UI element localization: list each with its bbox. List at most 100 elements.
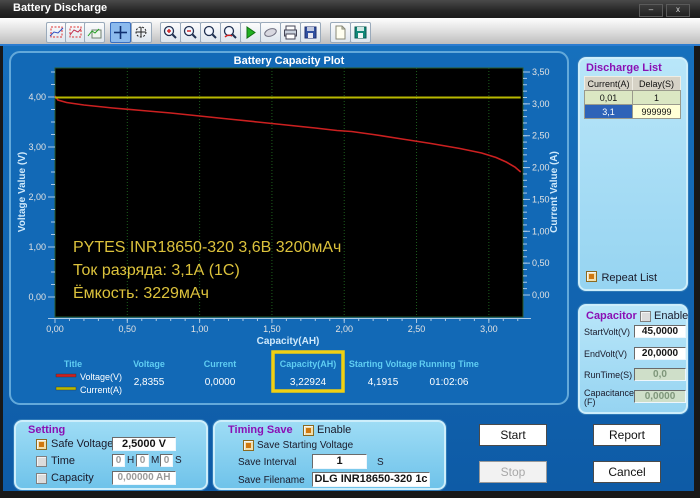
start-button[interactable]: Start [479,424,547,446]
capacitor-title: Capacitor [586,310,637,322]
zoom-in-button[interactable] [160,22,181,43]
startvolt-field[interactable]: 45,0000 [634,325,686,338]
time-minutes-field[interactable]: 0 [136,454,149,467]
cell-current-1-selected[interactable]: 3,1 [584,104,633,119]
endvolt-label: EndVolt(V) [584,349,628,359]
save-interval-label: Save Interval [238,457,297,468]
window-title: Battery Discharge [13,2,108,14]
discharge-list-title: Discharge List [586,62,662,74]
svg-text:4,00: 4,00 [28,92,46,102]
select-zoom-y-button[interactable] [65,22,86,43]
svg-text:0,50: 0,50 [532,258,550,268]
status-value: 2,8355 [134,377,165,388]
annotation-line: Ток разряда: 3,1А (1С) [73,262,240,279]
select-zoom-x-button[interactable] [46,22,67,43]
status-header: Voltage [133,359,165,369]
safe-voltage-checkbox[interactable] [36,439,47,450]
capacity-label: Capacity [51,472,94,484]
svg-text:1,50: 1,50 [263,324,281,334]
zoom-window-icon [135,26,147,38]
table-row[interactable]: 3,1 999999 [584,104,681,119]
cell-delay-1[interactable]: 999999 [632,104,681,119]
titlebar: Battery Discharge – x [0,0,700,18]
svg-text:1,00: 1,00 [191,324,209,334]
timing-enable-checkbox[interactable] [303,425,314,436]
stop-button: Stop [479,461,547,483]
repeat-list-checkbox[interactable] [586,271,597,283]
save-filename-field[interactable]: DLG INR18650-320 1c [312,472,430,487]
zoom-actual-button[interactable] [200,22,221,43]
cancel-button[interactable]: Cancel [593,461,661,483]
print-icon [284,25,297,40]
status-value: 4,1915 [368,377,399,388]
status-value: 01:02:06 [430,377,469,388]
time-seconds-field[interactable]: 0 [160,454,173,467]
svg-text:2,50: 2,50 [532,131,550,141]
zoom-previous-button[interactable] [220,22,241,43]
erase-button[interactable] [260,22,281,43]
zoom-window-button[interactable] [131,22,152,43]
crosshair-icon [114,26,127,39]
zoom-out-button[interactable] [180,22,201,43]
zoom-previous-icon [223,25,237,39]
report-save-button[interactable] [350,22,371,43]
svg-text:2,50: 2,50 [408,324,426,334]
repeat-list-label: Repeat List [601,272,658,284]
print-button[interactable] [280,22,301,43]
x-axis-label: Capacity(AH) [257,336,320,347]
save-button[interactable] [300,22,321,43]
save-filename-label: Save Filename [238,475,305,486]
save-starting-voltage-checkbox[interactable] [243,440,254,451]
zoom-in-icon [163,25,177,39]
time-checkbox[interactable] [36,456,47,467]
status-header: Starting Voltage [349,359,417,369]
time-hours-field[interactable]: 0 [112,454,125,467]
save-icon [304,26,317,39]
svg-text:1,00: 1,00 [28,242,46,252]
time-label: Time [51,455,76,467]
runtime-field: 0,0 [634,368,686,381]
svg-text:3,00: 3,00 [480,324,498,334]
report-save-icon [354,26,367,39]
endvolt-field[interactable]: 20,0000 [634,347,686,360]
capacity-checkbox[interactable] [36,473,47,484]
select-zoom-x-icon [49,26,64,38]
left-axis-label: Voltage Value (V) [17,152,28,232]
select-pan-button[interactable] [84,22,105,43]
capacitor-enable-label: Enable [654,310,689,322]
cell-current-0[interactable]: 0,01 [584,90,633,105]
annotation-line: Ёмкость: 3229мАч [73,284,209,302]
timing-save-title: Timing Save [228,424,293,436]
crosshair-button[interactable] [110,22,131,43]
safe-voltage-field[interactable]: 2,5000 V [112,437,176,451]
legend-swatch [55,386,77,391]
close-button[interactable]: x [666,4,690,17]
report-new-button[interactable] [330,22,351,43]
cell-delay-0[interactable]: 1 [632,90,681,105]
report-button[interactable]: Report [593,424,661,446]
minutes-unit-label: M [151,455,160,466]
toolbar [0,18,700,46]
svg-text:1,50: 1,50 [532,194,550,204]
battery-capacity-plot: Battery Capacity Plot 0,00 0,50 1,00 1,50 2,0… [9,51,569,405]
zoom-actual-icon [203,25,217,39]
setting-title: Setting [28,424,66,436]
erase-icon [264,28,277,37]
chart-title: Battery Capacity Plot [234,55,345,67]
column-header-current[interactable]: Current(A) [584,76,633,91]
svg-text:0,00: 0,00 [46,324,64,334]
timing-save-panel: Timing Save Enable Save Starting Voltage… [213,420,446,490]
table-row[interactable]: 0,01 1 [584,90,681,105]
discharge-list-table[interactable]: Current(A) Delay(S) 0,01 1 3,1 999999 [584,76,681,119]
status-header: Current [204,359,237,369]
column-header-delay[interactable]: Delay(S) [632,76,681,91]
save-interval-field[interactable]: 1 [312,454,367,469]
capacitor-enable-checkbox[interactable] [640,311,651,322]
run-button[interactable] [240,22,261,43]
status-header: Capacity(AH) [280,359,337,369]
capacitance-field: 0,0000 [634,390,686,403]
capacity-field[interactable]: 0,00000 AH [112,471,176,485]
run-icon [246,26,256,39]
svg-text:2,00: 2,00 [28,192,46,202]
minimize-button[interactable]: – [639,4,663,17]
